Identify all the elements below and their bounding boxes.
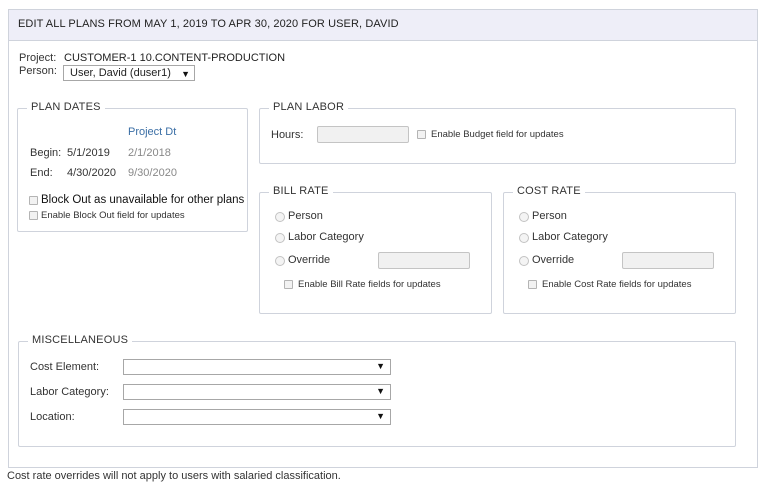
- begin-project-date: 2/1/2018: [128, 147, 171, 159]
- enable-cost-rate-checkbox[interactable]: [528, 280, 537, 289]
- begin-label: Begin:: [30, 147, 62, 159]
- enable-block-out-label: Enable Block Out field for updates: [41, 210, 185, 221]
- end-label: End:: [30, 167, 53, 179]
- chevron-down-icon: ▼: [376, 361, 385, 371]
- miscellaneous-legend: MISCELLANEOUS: [28, 334, 133, 346]
- bill-rate-person-label: Person: [288, 210, 323, 222]
- end-date-value: 4/30/2020: [67, 167, 116, 179]
- plan-labor-legend: PLAN LABOR: [269, 101, 349, 113]
- labor-category-select[interactable]: ▼: [123, 384, 391, 400]
- cost-rate-legend: COST RATE: [513, 185, 585, 197]
- enable-block-out-checkbox[interactable]: [29, 211, 38, 220]
- cost-rate-person-label: Person: [532, 210, 567, 222]
- cost-rate-labor-category-radio[interactable]: [519, 233, 529, 243]
- hours-label: Hours:: [271, 129, 304, 141]
- cost-element-select[interactable]: ▼: [123, 359, 391, 375]
- block-out-checkbox[interactable]: [29, 196, 38, 205]
- panel-header: EDIT ALL PLANS FROM MAY 1, 2019 TO APR 3…: [9, 10, 757, 41]
- bill-rate-labor-category-label: Labor Category: [288, 231, 364, 243]
- bill-rate-override-radio[interactable]: [275, 256, 285, 266]
- person-select[interactable]: User, David (duser1) ▼: [63, 65, 195, 81]
- location-label: Location:: [30, 411, 75, 423]
- chevron-down-icon: ▼: [376, 386, 385, 396]
- begin-date-value: 5/1/2019: [67, 147, 110, 159]
- project-value: CUSTOMER-1 10.CONTENT-PRODUCTION: [64, 52, 286, 64]
- enable-budget-label: Enable Budget field for updates: [431, 129, 564, 140]
- end-project-date: 9/30/2020: [128, 167, 177, 179]
- plan-dates-legend: PLAN DATES: [27, 101, 105, 113]
- bill-rate-person-radio[interactable]: [275, 212, 285, 222]
- cost-rate-override-radio[interactable]: [519, 256, 529, 266]
- enable-bill-rate-checkbox[interactable]: [284, 280, 293, 289]
- project-dt-header: Project Dt: [128, 126, 177, 138]
- hours-input[interactable]: [317, 126, 409, 143]
- cost-rate-labor-category-label: Labor Category: [532, 231, 608, 243]
- chevron-down-icon: ▼: [376, 411, 385, 421]
- bill-rate-legend: BILL RATE: [269, 185, 333, 197]
- enable-cost-rate-label: Enable Cost Rate fields for updates: [542, 279, 692, 290]
- location-select[interactable]: ▼: [123, 409, 391, 425]
- cost-rate-person-radio[interactable]: [519, 212, 529, 222]
- person-select-value: User, David (duser1): [70, 67, 171, 79]
- bill-rate-override-input[interactable]: [378, 252, 470, 269]
- enable-bill-rate-label: Enable Bill Rate fields for updates: [298, 279, 441, 290]
- cost-element-label: Cost Element:: [30, 361, 100, 373]
- chevron-down-icon: ▼: [181, 69, 190, 79]
- block-out-label: Block Out as unavailable for other plans: [41, 194, 245, 206]
- cost-rate-override-label: Override: [532, 254, 575, 266]
- page-title: EDIT ALL PLANS FROM MAY 1, 2019 TO APR 3…: [18, 18, 399, 30]
- person-label: Person:: [19, 65, 57, 77]
- bill-rate-override-label: Override: [288, 254, 331, 266]
- labor-category-label: Labor Category:: [30, 386, 109, 398]
- salaried-note: Cost rate overrides will not apply to us…: [7, 470, 341, 482]
- cost-rate-override-input[interactable]: [622, 252, 714, 269]
- bill-rate-labor-category-radio[interactable]: [275, 233, 285, 243]
- enable-budget-checkbox[interactable]: [417, 130, 426, 139]
- project-label: Project:: [19, 52, 57, 64]
